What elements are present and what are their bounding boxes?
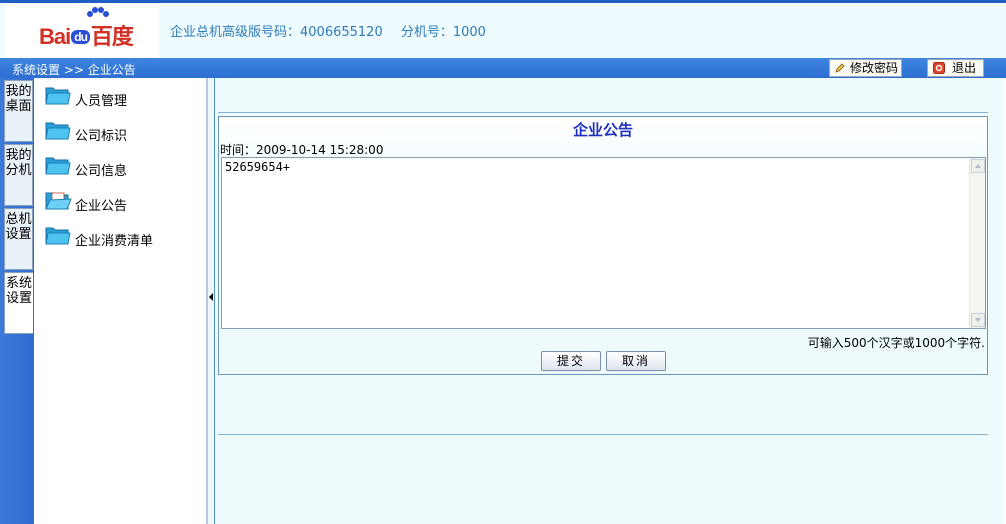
sidebar-item-label: 人员管理	[75, 94, 128, 109]
logo-text: Bai du 百度	[39, 24, 134, 49]
header-info: 企业总机高级版号码：4006655120 分机号：1000	[170, 21, 500, 40]
extension-number: 分机号：1000	[400, 25, 486, 40]
tab-system-settings[interactable]: 系统设置	[4, 272, 33, 334]
change-password-button[interactable]: 修改密码	[829, 59, 902, 77]
sidebar-item-staff-management[interactable]: 人员管理	[44, 81, 204, 111]
folder-icon	[45, 227, 71, 245]
sidebar-item-label: 企业公告	[75, 199, 128, 214]
submit-button[interactable]: 提交	[541, 351, 601, 371]
sidebar-item-announcement[interactable]: 企业公告	[44, 186, 204, 216]
folder-icon	[45, 157, 71, 175]
tab-switchboard-settings[interactable]: 总机设置	[4, 208, 33, 270]
announcement-panel: 企业公告 时间：2009-10-14 15:28:00 52659654+ 可输…	[218, 116, 988, 375]
textarea-scrollbar[interactable]	[969, 158, 985, 328]
breadcrumb: 系统设置 >> 企业公告	[12, 63, 136, 77]
divider	[218, 112, 988, 113]
sidebar-item-company-info[interactable]: 公司信息	[44, 151, 204, 181]
announcement-content-input[interactable]: 52659654+	[221, 157, 986, 329]
scroll-down-icon[interactable]	[971, 313, 985, 327]
collapse-arrow-icon	[209, 293, 213, 301]
baidu-logo[interactable]: Bai du 百度	[5, 3, 159, 58]
sidebar-item-company-logo[interactable]: 公司标识	[44, 116, 204, 146]
change-password-label: 修改密码	[850, 61, 899, 75]
cancel-button[interactable]: 取消	[606, 351, 666, 371]
tab-my-extension[interactable]: 我的分机	[4, 144, 33, 206]
hotline-number: 企业总机高级版号码：4006655120	[170, 25, 383, 40]
sidebar-menu: 人员管理 公司标识 公司信息 企业公告 企业消费清单	[34, 78, 207, 524]
folder-open-icon	[45, 192, 72, 210]
sidebar-collapse-handle[interactable]	[207, 78, 215, 524]
divider	[218, 434, 988, 435]
folder-icon	[45, 87, 71, 105]
pencil-icon	[835, 63, 845, 73]
sidebar-item-label: 公司标识	[75, 129, 128, 144]
sidebar-item-label: 公司信息	[75, 164, 128, 179]
input-limit-hint: 可输入500个汉字或1000个字符.	[807, 336, 985, 350]
left-tab-bar: 我的桌面 我的分机 总机设置 系统设置	[0, 78, 34, 524]
announcement-content-text: 52659654+	[225, 160, 291, 174]
main-content: 企业公告 时间：2009-10-14 15:28:00 52659654+ 可输…	[215, 78, 1006, 524]
tab-my-desktop[interactable]: 我的桌面	[4, 80, 33, 142]
logout-label: 退出	[952, 61, 977, 75]
scroll-up-icon[interactable]	[971, 159, 985, 173]
logout-button[interactable]: 退出	[927, 59, 984, 77]
folder-icon	[45, 122, 71, 140]
announcement-title: 企业公告	[572, 121, 633, 139]
header: Bai du 百度 企业总机高级版号码：4006655120 分机号：1000	[0, 3, 1006, 58]
announcement-time: 时间：2009-10-14 15:28:00	[220, 143, 384, 157]
sidebar-item-billing-list[interactable]: 企业消费清单	[44, 221, 204, 251]
nav-bar: 系统设置 >> 企业公告 修改密码 退出	[0, 58, 1006, 78]
sidebar-item-label: 企业消费清单	[75, 234, 154, 249]
logout-icon	[933, 62, 945, 74]
